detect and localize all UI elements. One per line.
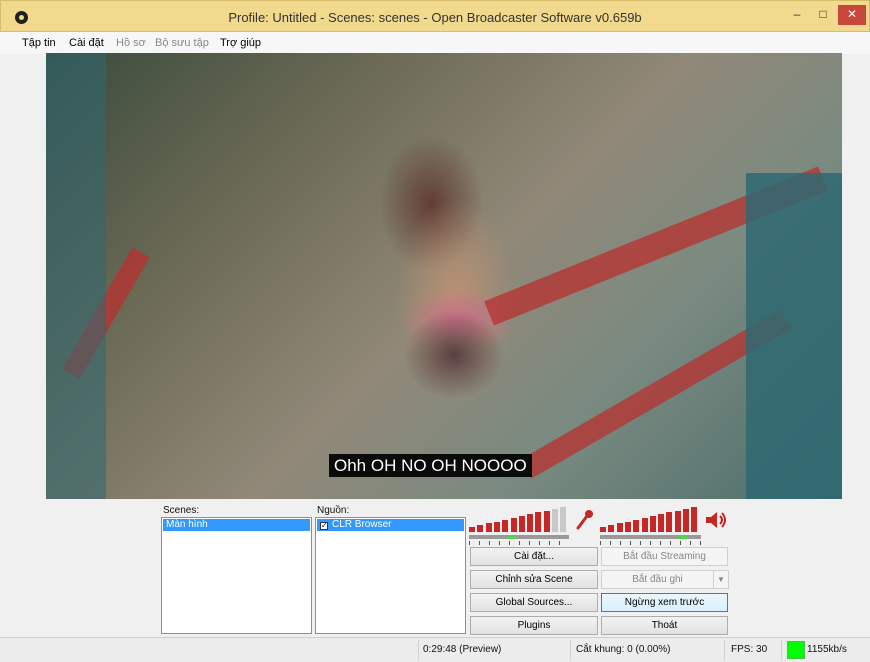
desktop-level-indicator bbox=[678, 535, 688, 539]
scene-item[interactable]: Màn hình bbox=[163, 519, 310, 531]
desktop-meter-bar bbox=[641, 517, 648, 532]
mic-meter-bar bbox=[502, 519, 509, 532]
menu-settings[interactable]: Cài đặt bbox=[69, 37, 104, 49]
source-item[interactable]: ✓ CLR Browser bbox=[317, 519, 464, 531]
subtitle-caption: Ohh OH NO OH NOOOO bbox=[329, 454, 532, 477]
speaker-icon[interactable] bbox=[705, 510, 727, 530]
microphone-icon[interactable] bbox=[575, 509, 595, 531]
stream-health-indicator bbox=[787, 641, 805, 659]
mic-meter-bar bbox=[527, 514, 534, 532]
teal-wall-panel bbox=[746, 173, 842, 499]
dark-wall-panel bbox=[46, 53, 106, 499]
desktop-meter-bar bbox=[600, 527, 606, 532]
desktop-meter-bar bbox=[658, 514, 665, 532]
status-bar: 0:29:48 (Preview) Cắt khung: 0 (0.00%) F… bbox=[0, 637, 870, 662]
mic-meter-bar bbox=[535, 512, 542, 532]
global-sources-button[interactable]: Global Sources... bbox=[470, 593, 598, 612]
mic-meter-bar bbox=[560, 507, 567, 532]
exit-button[interactable]: Thoát bbox=[601, 616, 728, 635]
stream-time: 0:29:48 (Preview) bbox=[423, 644, 502, 655]
scenes-label: Scenes: bbox=[163, 505, 200, 516]
minimize-button[interactable]: – bbox=[785, 5, 809, 25]
settings-button[interactable]: Cài đặt... bbox=[470, 547, 598, 566]
desktop-meter-bar bbox=[674, 510, 681, 532]
mic-meter-bar bbox=[543, 510, 550, 532]
source-item-label: CLR Browser bbox=[332, 519, 392, 530]
mic-level-indicator bbox=[508, 535, 516, 539]
close-button[interactable]: ✕ bbox=[838, 5, 866, 25]
mic-meter-bar bbox=[485, 523, 492, 532]
status-separator bbox=[724, 640, 725, 660]
start-recording-button[interactable]: Bắt đầu ghi bbox=[601, 570, 714, 589]
window-title: Profile: Untitled - Scenes: scenes - Ope… bbox=[228, 10, 642, 25]
desktop-meter-bar bbox=[616, 523, 623, 532]
desktop-meter-bar bbox=[691, 507, 698, 532]
mic-meter-bar bbox=[518, 516, 525, 532]
mic-meter-bar bbox=[493, 521, 500, 532]
mic-meter-bar bbox=[469, 527, 475, 532]
status-separator bbox=[781, 640, 782, 660]
desktop-meter-bar bbox=[633, 519, 640, 532]
stop-preview-button[interactable]: Ngừng xem trước bbox=[601, 593, 728, 612]
menu-bar: Tập tin Cài đặt Hồ sơ Bộ sưu tập Trợ giú… bbox=[0, 32, 870, 54]
mic-meter-ticks bbox=[469, 541, 569, 545]
title-bar: Profile: Untitled - Scenes: scenes - Ope… bbox=[0, 0, 870, 32]
menu-collection[interactable]: Bộ sưu tập bbox=[155, 37, 209, 49]
desktop-meter-bar bbox=[608, 525, 615, 532]
desktop-meter-bar bbox=[683, 508, 689, 532]
desktop-meter-bar bbox=[666, 512, 673, 532]
dropped-frames: Cắt khung: 0 (0.00%) bbox=[576, 644, 671, 655]
source-visible-checkbox[interactable]: ✓ bbox=[320, 522, 328, 530]
plugins-button[interactable]: Plugins bbox=[470, 616, 598, 635]
maximize-button[interactable]: □ bbox=[811, 5, 835, 25]
desktop-meter-bar bbox=[624, 521, 631, 532]
desktop-meter-ticks bbox=[600, 541, 701, 545]
mic-meter-bar bbox=[552, 508, 558, 532]
fps-readout: FPS: 30 bbox=[731, 644, 768, 655]
status-separator bbox=[418, 640, 419, 660]
menu-profile[interactable]: Hồ sơ bbox=[116, 37, 146, 49]
mic-meter-bar bbox=[477, 525, 484, 532]
desktop-meter-bar bbox=[649, 516, 656, 532]
mic-level-track bbox=[469, 535, 569, 539]
sources-list[interactable]: ✓ CLR Browser bbox=[315, 517, 466, 634]
preview-canvas[interactable]: Ohh OH NO OH NOOOO bbox=[46, 53, 842, 499]
mic-meter-bar bbox=[510, 517, 517, 532]
sources-label: Nguồn: bbox=[317, 505, 350, 516]
menu-file[interactable]: Tập tin bbox=[22, 37, 56, 49]
status-separator bbox=[570, 640, 571, 660]
edit-scene-button[interactable]: Chỉnh sửa Scene bbox=[470, 570, 598, 589]
scenes-list[interactable]: Màn hình bbox=[161, 517, 312, 634]
menu-help[interactable]: Trợ giúp bbox=[220, 37, 261, 49]
start-streaming-button[interactable]: Bắt đầu Streaming bbox=[601, 547, 728, 566]
bitrate-readout: 1155kb/s bbox=[807, 644, 847, 655]
recording-dropdown-arrow[interactable]: ▼ bbox=[714, 570, 729, 589]
